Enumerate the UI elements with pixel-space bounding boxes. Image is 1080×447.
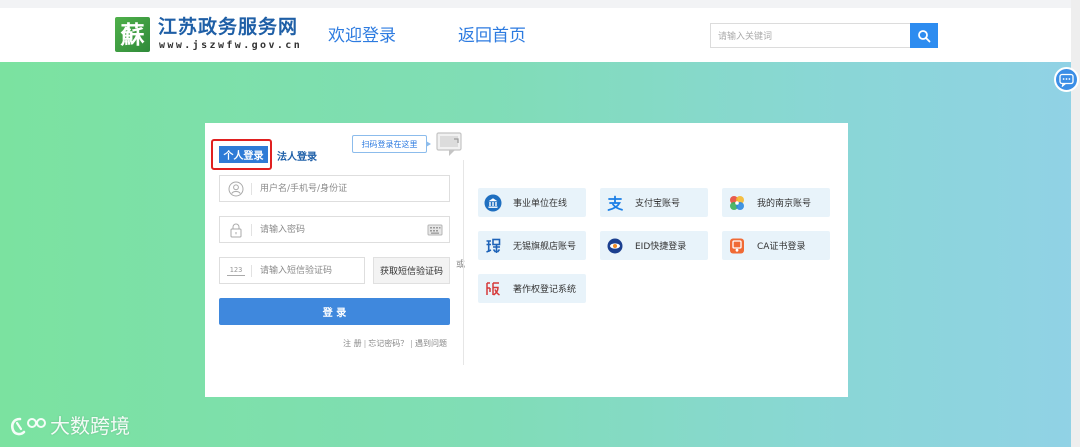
register-link[interactable]: 注 册 — [343, 339, 362, 348]
vertical-divider — [463, 160, 464, 365]
alt-login-label: 事业单位在线 — [513, 199, 568, 209]
sms-code-field: 123 — [219, 257, 365, 284]
link-separator: | — [363, 339, 367, 348]
forgot-password-link[interactable]: 忘记密码？ — [368, 339, 408, 348]
sms-code-icon: 123 — [227, 265, 245, 276]
tab-personal-login[interactable]: 个人登录 — [219, 146, 268, 163]
qr-login-tip: 扫码登录在这里 — [352, 135, 431, 153]
site-url: www.jszwfw.gov.cn — [159, 40, 303, 51]
field-separator — [251, 265, 252, 277]
eid-icon — [607, 238, 623, 253]
link-separator: | — [410, 339, 413, 348]
scrollbar[interactable] — [1071, 0, 1080, 447]
keyboard-icon[interactable] — [427, 223, 443, 237]
alt-login-ca-certificate[interactable]: CA证书登录 — [722, 231, 830, 260]
nav-back-home[interactable]: 返回首页 — [458, 25, 526, 47]
watermark-logo-icon — [10, 417, 46, 436]
alt-login-wuxi[interactable]: 无锡旗舰店账号 — [478, 231, 586, 260]
alt-login-alipay[interactable]: 支付宝账号 — [600, 188, 708, 217]
top-strip — [0, 0, 1080, 8]
alipay-icon — [607, 195, 623, 211]
alt-login-nanjing[interactable]: 我的南京账号 — [722, 188, 830, 217]
wuxi-icon — [486, 238, 501, 253]
nav-welcome-login[interactable]: 欢迎登录 — [328, 25, 396, 47]
tab-corporate-login[interactable]: 法人登录 — [277, 147, 317, 164]
password-input[interactable] — [260, 217, 430, 242]
alt-login-label: 我的南京账号 — [757, 199, 812, 209]
search-input[interactable] — [710, 23, 910, 48]
field-separator — [251, 183, 252, 195]
search-button[interactable] — [910, 23, 938, 48]
user-icon — [228, 181, 244, 197]
watermark-text: 大数跨境 — [50, 414, 130, 438]
alt-login-institution[interactable]: 事业单位在线 — [478, 188, 586, 217]
alt-login-label: 无锡旗舰店账号 — [513, 242, 577, 252]
alt-login-eid[interactable]: EID快捷登录 — [600, 231, 708, 260]
username-field — [219, 175, 450, 202]
alt-login-label: CA证书登录 — [757, 242, 806, 252]
alt-login-label: 支付宝账号 — [635, 199, 681, 209]
copyright-icon — [486, 281, 500, 296]
alt-login-copyright[interactable]: 著作权登记系统 — [478, 274, 586, 303]
login-panel: 个人登录 法人登录 扫码登录在这里 用户名/手机号/身份证 123 请输入短信验… — [205, 123, 848, 397]
help-link[interactable]: 遇到问题 — [415, 339, 447, 348]
sms-code-input[interactable] — [260, 258, 360, 283]
username-input[interactable] — [260, 176, 430, 201]
search-icon — [918, 29, 931, 42]
lock-icon — [230, 223, 242, 238]
alt-login-label: EID快捷登录 — [635, 242, 687, 252]
password-field — [219, 216, 450, 243]
field-separator — [251, 224, 252, 236]
nanjing-icon — [730, 195, 744, 210]
login-links: 注 册 | 忘记密码？ | 遇到问题 — [295, 338, 447, 350]
alt-login-label: 著作权登记系统 — [513, 285, 577, 295]
building-icon — [484, 194, 502, 211]
qr-code-icon[interactable] — [435, 131, 463, 158]
get-sms-code-button[interactable]: 获取短信验证码 — [373, 257, 450, 284]
site-name[interactable]: 江苏政务服务网 — [158, 15, 298, 39]
site-logo[interactable]: 蘇 — [115, 17, 150, 52]
login-button[interactable]: 登 录 — [219, 298, 450, 325]
chat-icon — [1059, 73, 1074, 87]
chat-button[interactable] — [1054, 67, 1079, 92]
ca-certificate-icon — [730, 238, 744, 253]
